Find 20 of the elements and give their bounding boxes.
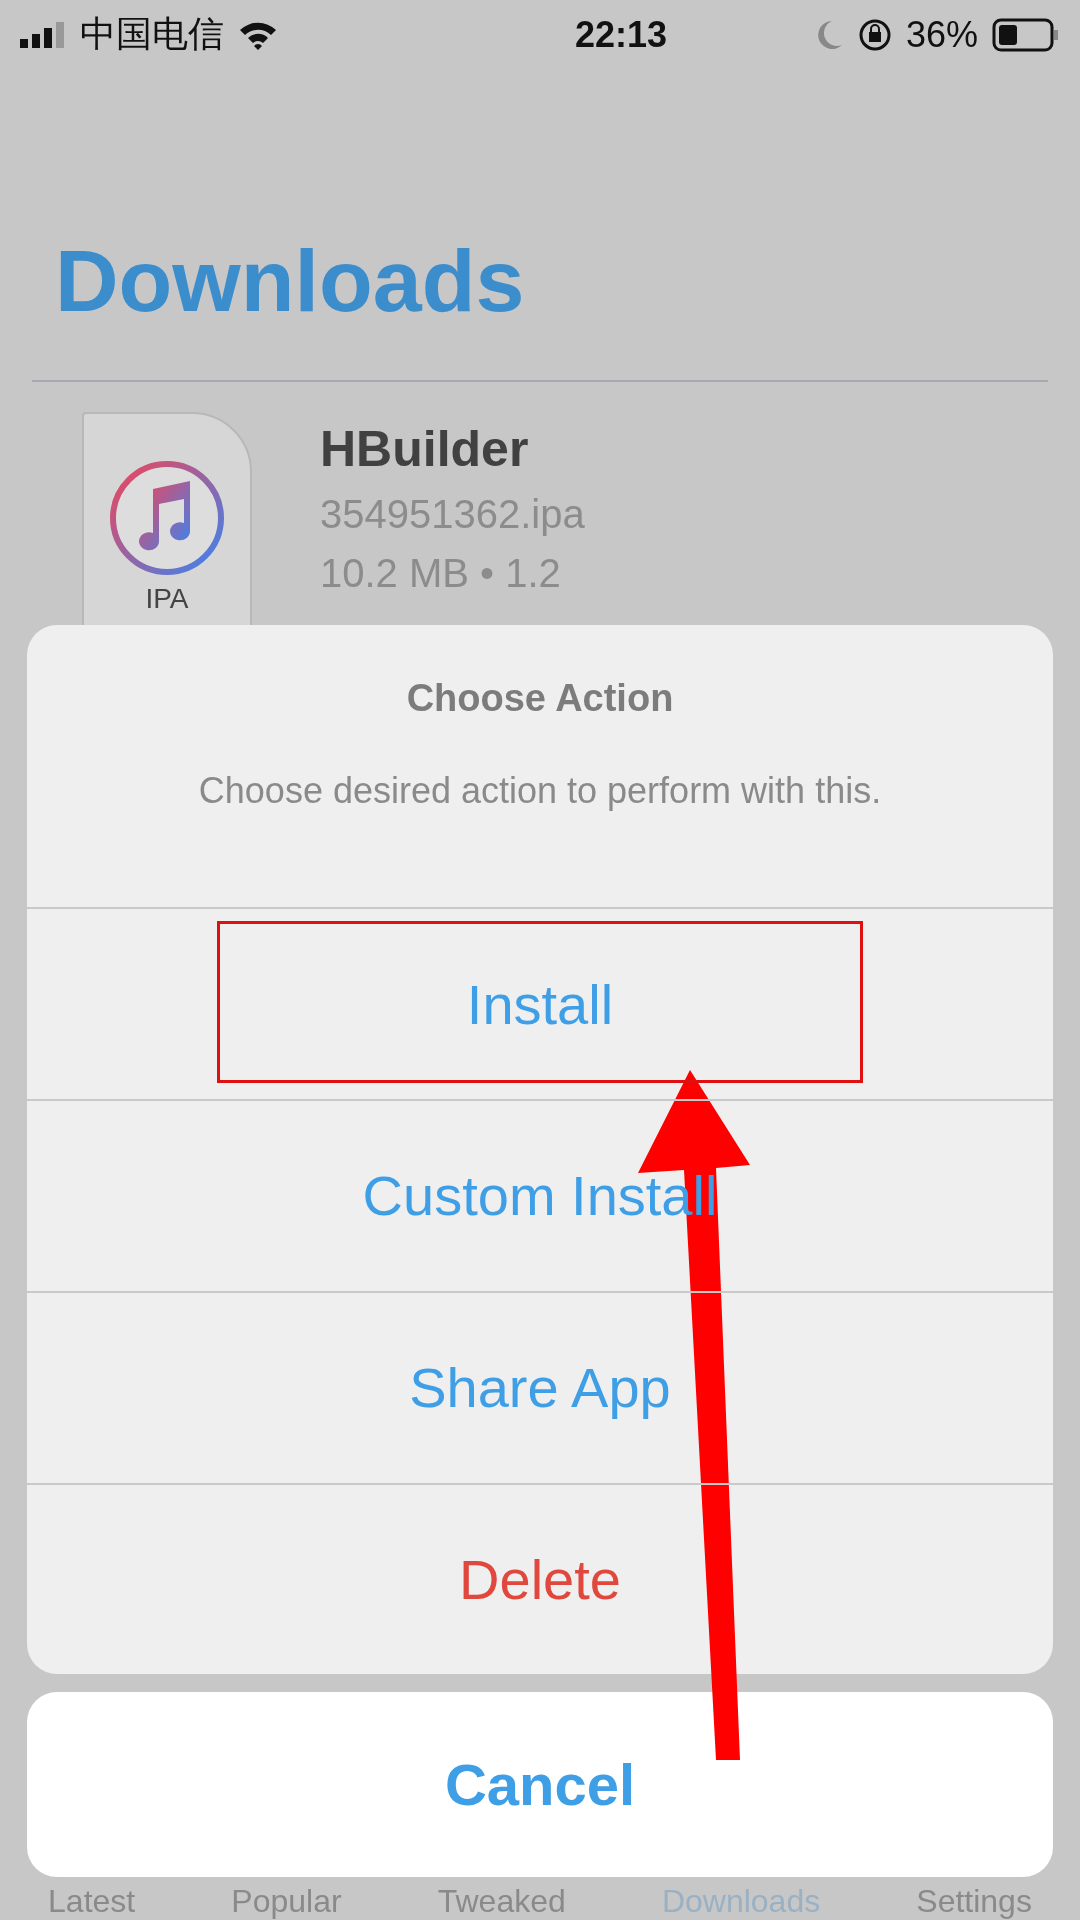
music-note-icon — [108, 458, 226, 577]
tab-label[interactable]: Tweaked — [437, 1883, 566, 1920]
app-name: HBuilder — [320, 419, 530, 478]
clock-time: 22:13 — [573, 13, 667, 56]
file-type-label: IPA — [145, 582, 189, 615]
page-title: Downloads — [54, 229, 526, 332]
tab-label[interactable]: Settings — [916, 1883, 1032, 1920]
action-button[interactable]: Install — [27, 907, 1053, 1099]
signal-icon — [20, 21, 66, 48]
sheet-title: Choose Action — [406, 676, 674, 720]
battery-percent: 36% — [905, 13, 978, 56]
tab-label[interactable]: Popular — [231, 1883, 342, 1920]
tab-label[interactable]: Latest — [48, 1883, 136, 1920]
file-meta: 10.2 MB • 1.2 — [320, 550, 562, 596]
battery-icon — [992, 17, 1060, 52]
file-name: 354951362.ipa — [320, 491, 585, 537]
carrier-name: 中国电信 — [80, 12, 224, 57]
sheet-message: Choose desired action to perform with this. — [198, 769, 882, 812]
rotation-lock-icon — [857, 17, 892, 52]
cancel-button[interactable]: Cancel — [27, 1692, 1053, 1877]
